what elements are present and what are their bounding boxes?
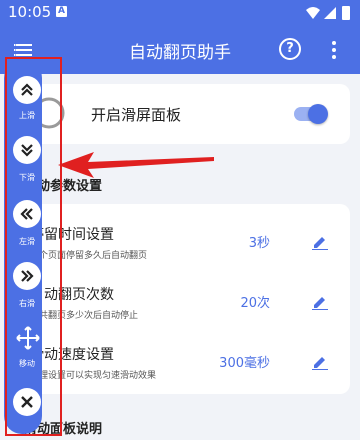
help-icon[interactable]: ? [279, 38, 301, 60]
battery-icon [342, 6, 350, 20]
edit-icon[interactable] [312, 354, 328, 370]
wifi-icon [306, 7, 320, 19]
status-icons [306, 6, 350, 20]
more-icon[interactable] [327, 39, 341, 61]
setting-row-speed[interactable]: 滑动速度设置 合理设置可以实现匀速滑动效果 300毫秒 [14, 332, 350, 392]
setting-value: 20次 [240, 296, 270, 311]
setting-value: 3秒 [248, 236, 270, 251]
setting-row-stay-time[interactable]: 停留时间设置 每个页面停留多久后自动翻页 3秒 [14, 212, 350, 272]
panel-toggle-switch[interactable] [294, 104, 330, 124]
annotation-arrow-icon [58, 152, 214, 178]
notification-icon: A [56, 6, 67, 17]
status-time: 10:05 [8, 3, 52, 21]
status-bar: 10:05 A [0, 0, 360, 26]
switch-knob [308, 104, 328, 124]
annotation-frame [5, 57, 62, 436]
edit-icon[interactable] [312, 234, 328, 250]
toggle-label: 开启滑屏面板 [91, 106, 182, 124]
settings-card: 停留时间设置 每个页面停留多久后自动翻页 3秒 自动翻页次数 总共翻页多少次后自… [14, 204, 350, 394]
setting-row-page-count[interactable]: 自动翻页次数 总共翻页多少次后自动停止 20次 [14, 272, 350, 332]
signal-icon [324, 7, 336, 19]
edit-icon[interactable] [312, 294, 328, 310]
setting-value: 300毫秒 [219, 356, 270, 371]
